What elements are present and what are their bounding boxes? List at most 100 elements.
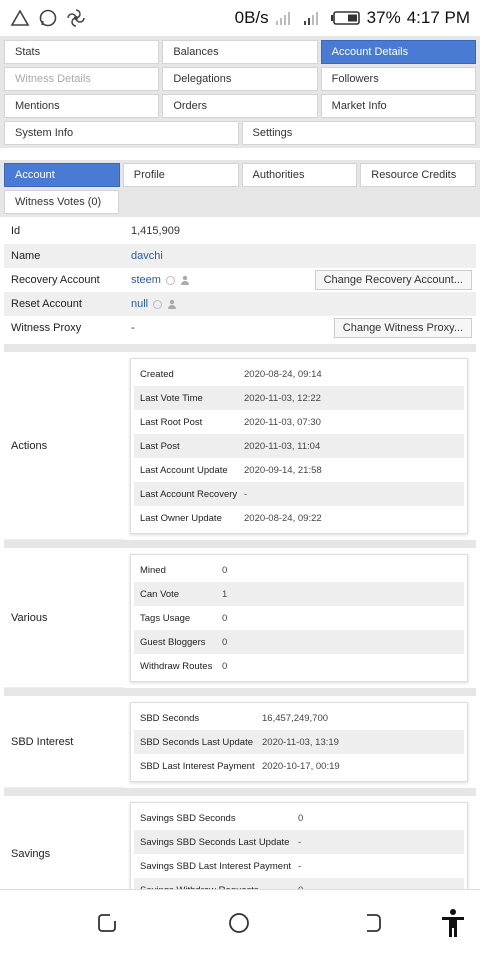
home-icon[interactable] [228,912,250,934]
subtab-witness-votes[interactable]: Witness Votes (0) [4,190,119,214]
user-icon [180,275,189,285]
table-value: - [244,488,248,500]
table-key: Mined [140,564,166,576]
table-value: - [298,836,302,848]
reputation-icon [153,299,163,309]
table-row: Last Root Post 2020-11-03, 07:30 [134,410,464,434]
table-key: Savings SBD Seconds [140,812,236,824]
row-label: Witness Proxy [11,322,82,334]
account-row-reset: Reset Account null [4,292,476,316]
recovery-account-link[interactable]: steem [131,274,161,286]
table-row: Savings Withdraw Requests0 [134,878,464,889]
table-value: 0 [222,660,228,672]
section-table: Created 2020-08-24, 09:14 Last Vote Time 20… [130,358,468,534]
tab-market-info[interactable]: Market Info [320,94,476,118]
table-row: Can Vote 1 [134,582,464,606]
table-value: 2020-11-03, 07:30 [244,416,321,428]
table-value: 0 [222,564,228,576]
section-sbd-interest: SBD Interest SBD Seconds 16,457,249,700 SBD… [4,696,476,788]
table-key: Guest Bloggers [140,636,206,648]
divider [4,688,476,696]
section-label: SBD Interest [4,696,124,788]
table-row: Created 2020-08-24, 09:14 [134,362,464,386]
reset-account-link[interactable]: null [131,298,148,310]
account-row-recovery: Recovery Account steem Change Recovery A… [4,268,476,292]
table-key: Savings SBD Last Interest Payment [140,860,292,872]
account-name-link[interactable]: davchi [131,250,163,262]
section-table: Mined 0 Can Vote 1 Tags Usage 0 Guest Bloggers… [130,554,468,682]
section-table: SBD Seconds 16,457,249,700 SBD Seconds Las… [130,702,468,782]
section-table: Savings SBD Seconds 0 Savings SBD Seconds … [130,802,468,889]
pinwheel-icon [67,9,85,27]
table-key: Last Account Recovery [140,488,238,500]
table-key: SBD Last Interest Payment [140,760,255,772]
witness-proxy-value: - [131,322,135,334]
table-key: Last Owner Update [140,512,222,524]
table-row: Last Post 2020-11-03, 11:04 [134,434,464,458]
table-row: Savings SBD Seconds 0 [134,806,464,830]
clock: 4:17 PM [406,8,470,27]
section-savings: Savings Savings SBD Seconds 0 Savings SBD S… [4,796,476,889]
tab-delegations[interactable]: Delegations [162,67,318,91]
navigation-bar [0,889,480,960]
signal-icon-2 [303,12,318,25]
user-icon [168,299,177,309]
table-value: - [298,860,302,872]
row-label: Recovery Account [11,274,100,286]
change-recovery-account-button[interactable]: Change Recovery Account... [314,270,472,290]
divider [4,540,476,548]
battery-level: 37% [366,8,401,27]
table-value: 0 [222,612,228,624]
table-value: 2020-11-03, 13:19 [262,736,339,748]
tab-settings[interactable]: Settings [241,121,476,145]
back-icon[interactable] [362,912,384,934]
accessibility-icon[interactable] [440,908,466,938]
tab-account-details[interactable]: Account Details [320,40,476,64]
account-content: Id 1,415,909 Name davchi Recovery Accoun… [0,217,480,889]
table-key: Created [140,368,174,380]
main-tabs: Stats Balances Account Details Witness D… [0,36,480,148]
table-row: SBD Seconds Last Update 2020-11-03, 13:19 [134,730,464,754]
reputation-icon [165,275,175,285]
tab-followers[interactable]: Followers [320,67,476,91]
recent-apps-icon[interactable] [96,912,118,934]
section-label: Savings [4,796,124,889]
table-key: Last Post [140,440,180,452]
table-value: 0 [298,812,304,824]
table-row: Last Account Recovery - [134,482,464,506]
table-row: Savings SBD Last Interest Payment - [134,854,464,878]
subtab-resource-credits[interactable]: Resource Credits [360,163,476,187]
table-row: Savings SBD Seconds Last Update - [134,830,464,854]
subtab-authorities[interactable]: Authorities [241,163,358,187]
account-row-name: Name davchi [4,244,476,268]
table-key: Can Vote [140,588,180,600]
warning-icon [10,9,30,26]
battery-icon [330,11,360,25]
account-subtabs: Account Profile Authorities Resource Cre… [0,160,480,217]
table-value: 2020-09-14, 21:58 [244,464,322,476]
row-label: Reset Account [11,298,82,310]
table-value: 2020-11-03, 12:22 [244,392,321,404]
tab-stats[interactable]: Stats [4,40,160,64]
whatsapp-icon [39,9,57,27]
table-row: SBD Last Interest Payment 2020-10-17, 00:… [134,754,464,778]
account-row-proxy: Witness Proxy - Change Witness Proxy... [4,316,476,340]
table-value: 2020-08-24, 09:14 [244,368,322,380]
table-row: Mined 0 [134,558,464,582]
table-row: SBD Seconds 16,457,249,700 [134,706,464,730]
table-key: Last Vote Time [140,392,203,404]
row-label: Id [11,224,21,237]
table-value: 16,457,249,700 [262,712,329,724]
subtab-profile[interactable]: Profile [122,163,239,187]
table-value: 0 [222,636,228,648]
tab-system-info[interactable]: System Info [4,121,239,145]
subtab-account[interactable]: Account [4,163,120,187]
tab-balances[interactable]: Balances [162,40,318,64]
table-value: 2020-10-17, 00:19 [262,760,340,772]
network-speed: 0B/s [234,8,269,27]
divider [4,788,476,796]
change-witness-proxy-button[interactable]: Change Witness Proxy... [333,318,472,338]
tab-mentions[interactable]: Mentions [4,94,160,118]
tab-witness-details[interactable]: Witness Details [4,67,160,91]
tab-orders[interactable]: Orders [162,94,318,118]
